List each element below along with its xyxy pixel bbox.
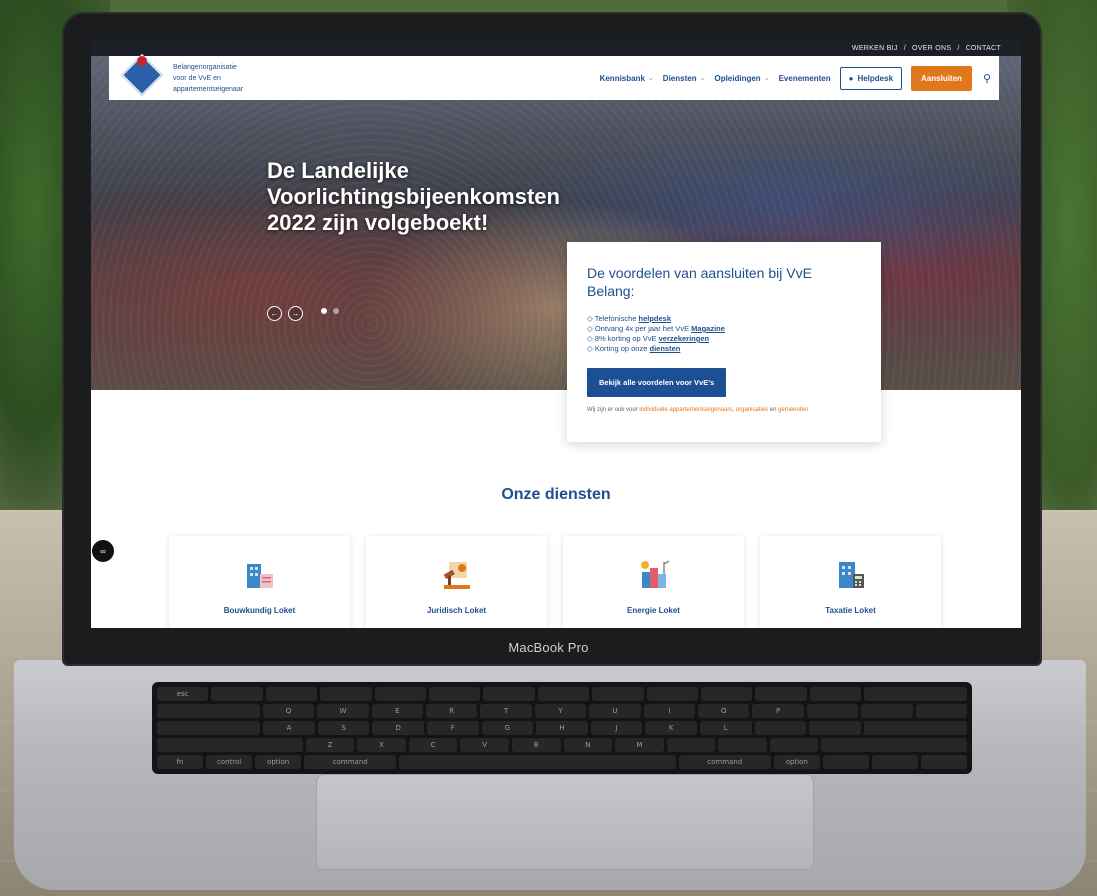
search-icon[interactable]: ⚲ bbox=[983, 72, 991, 85]
separator: / bbox=[903, 44, 906, 52]
website-screen: WERKEN BIJ / OVER ONS / CONTACT Belangen… bbox=[91, 40, 1021, 628]
helpdesk-button[interactable]: ● Helpdesk bbox=[839, 66, 903, 90]
organisations-link[interactable]: organisaties bbox=[736, 407, 768, 413]
top-utility-bar: WERKEN BIJ / OVER ONS / CONTACT bbox=[91, 40, 1021, 56]
over-ons-link[interactable]: OVER ONS bbox=[912, 45, 951, 52]
benefit-item: ◇ Korting op onze diensten bbox=[587, 344, 681, 353]
diensten-link[interactable]: diensten bbox=[649, 344, 680, 353]
benefits-card: De voordelen van aansluiten bij VvE Bela… bbox=[567, 242, 881, 442]
arrow-left-icon[interactable]: ← bbox=[267, 306, 282, 321]
benefit-item: ◇ 8% korting op VvE verzekeringen bbox=[587, 334, 710, 343]
benefit-item: ◇ Telefonische helpdesk bbox=[587, 314, 672, 323]
site-tagline: Belangenorganisatie voor de VvE en appar… bbox=[173, 63, 244, 93]
benefit-item: ◇ Ontvang 4x per jaar het VvE Magazine bbox=[587, 324, 725, 333]
verzekeringen-link[interactable]: verzekeringen bbox=[659, 334, 709, 343]
slider-arrows: ← → bbox=[267, 306, 303, 321]
nav-kennisbank[interactable]: Kennisbank ⌄ bbox=[600, 74, 654, 83]
service-card-energie[interactable]: Energie Loket bbox=[563, 536, 744, 628]
magazine-link[interactable]: Magazine bbox=[691, 324, 725, 333]
trackpad bbox=[316, 774, 814, 870]
service-card-bouwkundig[interactable]: Bouwkundig Loket bbox=[169, 536, 350, 628]
hero-title: De Landelijke Voorlichtingsbijeenkomsten… bbox=[267, 158, 560, 235]
main-navbar: Belangenorganisatie voor de VvE en appar… bbox=[109, 53, 999, 100]
separator: / bbox=[957, 44, 960, 52]
service-card-taxatie[interactable]: Taxatie Loket bbox=[760, 536, 941, 628]
helpdesk-link[interactable]: helpdesk bbox=[639, 314, 672, 323]
card-footer-text: Wij zijn er ook voor individuele apparte… bbox=[587, 407, 809, 413]
slider-dots bbox=[321, 308, 339, 314]
services-title: Onze diensten bbox=[501, 486, 611, 503]
gavel-icon bbox=[443, 562, 470, 589]
municipalities-link[interactable]: gemeenten bbox=[778, 407, 808, 413]
slider-dot-2[interactable] bbox=[333, 308, 339, 314]
chevron-down-icon: ⌄ bbox=[763, 75, 770, 82]
site-logo[interactable] bbox=[117, 53, 165, 100]
chevron-down-icon: ⌄ bbox=[699, 75, 706, 82]
building-plan-icon bbox=[246, 564, 273, 588]
service-card-juridisch[interactable]: Juridisch Loket bbox=[366, 536, 547, 628]
slider-dot-1[interactable] bbox=[321, 308, 327, 314]
arrow-right-icon[interactable]: → bbox=[288, 306, 303, 321]
benefits-title: De voordelen van aansluiten bij VvE Bela… bbox=[587, 265, 812, 299]
nav-menu: Kennisbank ⌄ Diensten ⌄ Opleidingen ⌄ Evene… bbox=[600, 65, 991, 91]
laptop-brand-label: MacBook Pro bbox=[508, 640, 589, 655]
user-icon: ● bbox=[848, 73, 854, 83]
energy-city-icon bbox=[640, 560, 669, 588]
services-grid: Bouwkundig Loket Juridisch Loket Energie… bbox=[169, 536, 941, 628]
nav-evenementen[interactable]: Evenementen bbox=[779, 74, 831, 83]
aansluiten-button[interactable]: Aansluiten bbox=[911, 65, 972, 91]
view-benefits-button[interactable]: Bekijk alle voordelen voor VvE's bbox=[587, 368, 727, 397]
accessibility-toggle-icon[interactable]: ∞ bbox=[92, 540, 114, 562]
logo-dot-icon bbox=[137, 56, 147, 66]
keyboard: esc QWERTYUIOP ASDFGHJKL ZXCVBNM fn contr… bbox=[152, 682, 972, 774]
nav-opleidingen[interactable]: Opleidingen ⌄ bbox=[714, 74, 769, 83]
building-calculator-icon bbox=[838, 562, 864, 588]
werken-bij-link[interactable]: WERKEN BIJ bbox=[852, 45, 898, 52]
individual-owners-link[interactable]: individuele appartementseigenaars bbox=[639, 407, 732, 413]
contact-link[interactable]: CONTACT bbox=[966, 45, 1001, 52]
nav-diensten[interactable]: Diensten ⌄ bbox=[663, 74, 706, 83]
chevron-down-icon: ⌄ bbox=[647, 75, 654, 82]
